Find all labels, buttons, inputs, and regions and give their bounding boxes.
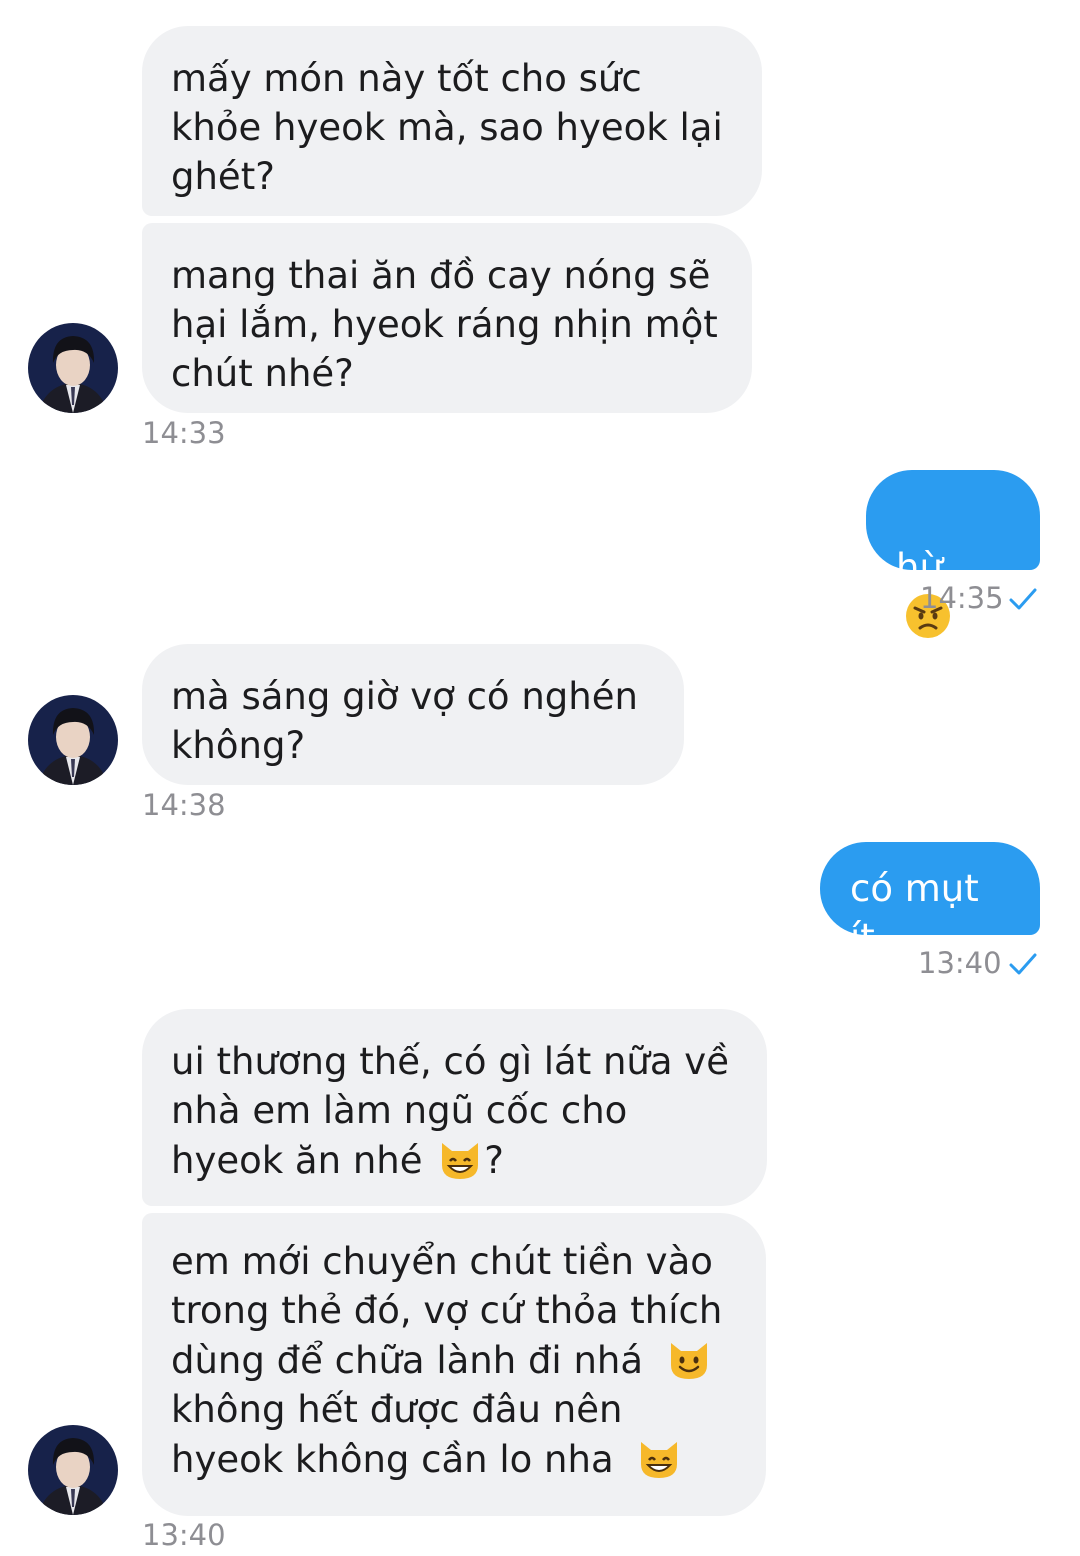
grinning-cat-icon xyxy=(641,1442,678,1478)
avatar[interactable] xyxy=(28,1425,118,1515)
message-bubble[interactable]: có mụt ít xyxy=(820,842,1040,959)
message-line: dùng để chữa lành đi nhá xyxy=(171,1335,736,1385)
message-timestamp: 13:40 xyxy=(918,946,1002,980)
message-line: không hết được đâu nên xyxy=(171,1388,623,1431)
check-icon xyxy=(1009,588,1037,610)
message-timestamp: 14:38 xyxy=(142,788,226,822)
smiling-cat-icon xyxy=(670,1343,707,1379)
message-line: nhà em làm ngũ cốc cho xyxy=(171,1089,628,1132)
message-timestamp: 14:35 xyxy=(920,581,1004,615)
message-bubble[interactable]: em mới chuyển chút tiền vào trong thẻ đó… xyxy=(142,1213,766,1516)
message-line: hyeok ăn nhé ? xyxy=(171,1135,737,1185)
message-bubble[interactable]: mang thai ăn đồ cay nóng sẽ hại lắm, hye… xyxy=(142,223,752,413)
message-line: hyeok không cần lo nha xyxy=(171,1434,736,1484)
check-icon xyxy=(1009,953,1037,975)
avatar[interactable] xyxy=(28,695,118,785)
message-line: trong thẻ đó, vợ cứ thỏa thích xyxy=(171,1289,723,1332)
message-bubble[interactable]: hừ xyxy=(866,470,1040,638)
message-bubble[interactable]: mà sáng giờ vợ có nghén không? xyxy=(142,644,684,785)
message-line: ui thương thế, có gì lát nữa về xyxy=(171,1040,729,1083)
grinning-cat-icon xyxy=(442,1143,479,1179)
avatar[interactable] xyxy=(28,323,118,413)
message-bubble[interactable]: mấy món này tốt cho sức khỏe hyeok mà, s… xyxy=(142,26,762,216)
message-timestamp: 14:33 xyxy=(142,416,226,450)
message-line: em mới chuyển chút tiền vào xyxy=(171,1240,713,1283)
message-timestamp: 13:40 xyxy=(142,1518,226,1552)
message-bubble[interactable]: ui thương thế, có gì lát nữa về nhà em l… xyxy=(142,1009,767,1206)
